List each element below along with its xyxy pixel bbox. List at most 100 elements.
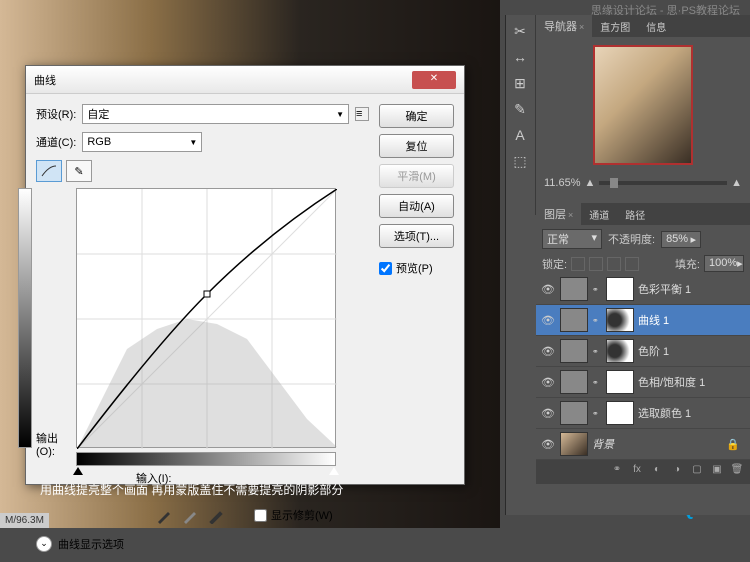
preview-checkbox[interactable] (379, 262, 392, 275)
curve-pencil-tool[interactable]: ✎ (66, 160, 92, 182)
reset-button[interactable]: 复位 (379, 134, 454, 158)
zoom-in-icon[interactable]: ▲ (731, 177, 742, 189)
lock-pixels-icon[interactable] (589, 257, 603, 271)
auto-button[interactable]: 自动(A) (379, 194, 454, 218)
lock-all-icon[interactable] (625, 257, 639, 271)
layer-item[interactable]: 👁 ⚭ 色相/饱和度 1 (536, 367, 750, 398)
output-gradient (18, 188, 32, 448)
visibility-icon[interactable]: 👁 (540, 437, 556, 451)
fx-icon[interactable]: fx (628, 464, 646, 480)
close-button[interactable]: ✕ (412, 71, 456, 89)
lock-trans-icon[interactable] (571, 257, 585, 271)
tab-histogram[interactable]: 直方图 (592, 16, 638, 37)
layer-name[interactable]: 色彩平衡 1 (638, 281, 691, 297)
layer-footer: ⚭ fx ◐ ◑ ▢ ▣ 🗑 (536, 460, 750, 484)
layer-thumb[interactable] (560, 432, 588, 456)
chevron-down-icon: ▼ (189, 138, 197, 147)
layer-mask[interactable] (606, 370, 634, 394)
layer-name[interactable]: 背景 (592, 436, 614, 452)
black-eyedropper[interactable] (156, 506, 174, 524)
layer-thumb[interactable] (560, 401, 588, 425)
zoom-out-icon[interactable]: ▲ (585, 177, 596, 189)
tab-channels[interactable]: 通道 (581, 204, 617, 225)
lock-position-icon[interactable] (607, 257, 621, 271)
lock-label: 锁定: (542, 256, 567, 272)
opacity-label: 不透明度: (608, 231, 655, 247)
visibility-icon[interactable]: 👁 (540, 406, 556, 420)
fill-input[interactable]: 100%▸ (704, 255, 744, 272)
preset-select[interactable]: 自定▼ (82, 104, 349, 124)
layer-mask[interactable] (606, 308, 634, 332)
layer-mask[interactable] (606, 339, 634, 363)
curve-path[interactable] (77, 189, 337, 449)
layer-thumb[interactable] (560, 339, 588, 363)
tab-navigator[interactable]: 导航器× (536, 15, 592, 37)
layer-name[interactable]: 色相/饱和度 1 (638, 374, 705, 390)
smooth-button: 平滑(M) (379, 164, 454, 188)
layer-item[interactable]: 👁 ⚭ 选取颜色 1 (536, 398, 750, 429)
layer-name[interactable]: 色阶 1 (638, 343, 669, 359)
preset-menu-icon[interactable]: ≡ (355, 107, 369, 121)
tutorial-subtitle: 用曲线提亮整个画面 再用蒙版盖住不需要提亮的阴影部分 (40, 481, 343, 498)
visibility-icon[interactable]: 👁 (540, 313, 556, 327)
white-point-handle[interactable] (329, 467, 339, 475)
tool-1[interactable]: ✂ (508, 19, 532, 43)
curve-point-tool[interactable] (36, 160, 62, 182)
expand-options-label: 曲线显示选项 (58, 536, 124, 552)
mask-icon[interactable]: ◐ (648, 464, 666, 480)
tab-info[interactable]: 信息 (638, 16, 674, 37)
new-layer-icon[interactable]: ▣ (708, 464, 726, 480)
layer-item[interactable]: 👁 ⚭ 色彩平衡 1 (536, 274, 750, 305)
layer-mask[interactable] (606, 401, 634, 425)
preview-label: 预览(P) (396, 260, 433, 276)
visibility-icon[interactable]: 👁 (540, 375, 556, 389)
gray-eyedropper[interactable] (182, 506, 200, 524)
layer-item[interactable]: 👁 ⚭ 曲线 1 (536, 305, 750, 336)
layer-thumb[interactable] (560, 277, 588, 301)
visibility-icon[interactable]: 👁 (540, 344, 556, 358)
link-layers-icon[interactable]: ⚭ (608, 464, 626, 480)
layer-thumb[interactable] (560, 370, 588, 394)
curve-graph[interactable] (76, 188, 336, 448)
tool-4[interactable]: ✎ (508, 97, 532, 121)
navigator-preview[interactable] (593, 45, 693, 165)
tool-5[interactable]: A (508, 123, 532, 147)
zoom-slider[interactable] (599, 181, 727, 185)
layer-list: 👁 ⚭ 色彩平衡 1 👁 ⚭ 曲线 1 👁 ⚭ 色阶 1 (536, 274, 750, 460)
layer-thumb[interactable] (560, 308, 588, 332)
zoom-value[interactable]: 11.65% (544, 177, 581, 189)
layers-panel: 图层× 通道 路径 正常▾ 不透明度: 85%▸ 锁定: 填充: 100%▸ 👁… (536, 203, 750, 484)
tool-2[interactable]: ↔ (508, 45, 532, 69)
input-gradient (76, 452, 336, 466)
opacity-input[interactable]: 85%▸ (661, 231, 701, 248)
tool-3[interactable]: ⊞ (508, 71, 532, 95)
expand-options-button[interactable]: ⌄ (36, 536, 52, 552)
group-icon[interactable]: ▢ (688, 464, 706, 480)
tool-6[interactable]: ⬚ (508, 149, 532, 173)
layer-mask[interactable] (606, 277, 634, 301)
options-button[interactable]: 选项(T)... (379, 224, 454, 248)
tab-paths[interactable]: 路径 (617, 204, 653, 225)
layer-name[interactable]: 选取颜色 1 (638, 405, 691, 421)
dialog-title-text: 曲线 (34, 72, 56, 88)
layer-name[interactable]: 曲线 1 (638, 312, 669, 328)
dialog-titlebar[interactable]: 曲线 ✕ (26, 66, 464, 94)
lock-icon: 🔒 (726, 438, 740, 451)
layer-item[interactable]: 👁 ⚭ 色阶 1 (536, 336, 750, 367)
ok-button[interactable]: 确定 (379, 104, 454, 128)
channel-select[interactable]: RGB▼ (82, 132, 202, 152)
adjustment-icon[interactable]: ◑ (668, 464, 686, 480)
fill-label: 填充: (675, 256, 700, 272)
layer-item[interactable]: 👁 背景 🔒 (536, 429, 750, 460)
visibility-icon[interactable]: 👁 (540, 282, 556, 296)
tab-layers[interactable]: 图层× (536, 203, 581, 225)
trash-icon[interactable]: 🗑 (728, 464, 746, 480)
black-point-handle[interactable] (73, 467, 83, 475)
white-eyedropper[interactable] (208, 506, 226, 524)
blend-mode-select[interactable]: 正常▾ (542, 229, 602, 249)
curve-point[interactable] (204, 291, 210, 297)
show-clipping-checkbox[interactable] (254, 509, 267, 522)
preset-label: 预设(R): (36, 106, 76, 122)
curves-dialog: 曲线 ✕ 预设(R): 自定▼ ≡ 通道(C): RGB▼ ✎ (25, 65, 465, 485)
tool-strip: ✂ ↔ ⊞ ✎ A ⬚ (506, 15, 536, 215)
